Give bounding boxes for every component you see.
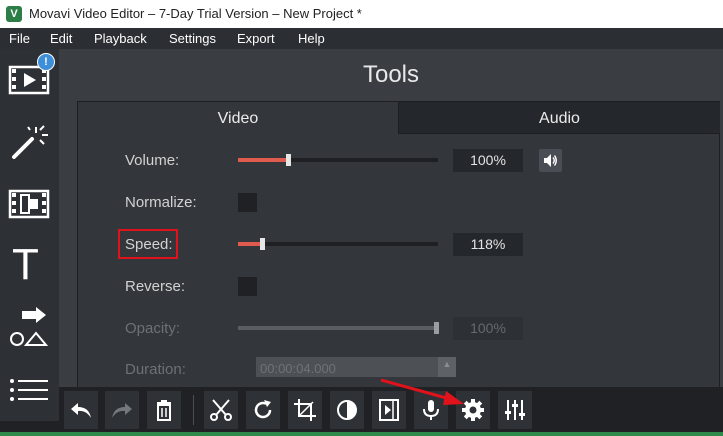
annotation-arrow-head: [443, 391, 464, 405]
annotation-arrow: [380, 378, 464, 405]
annotation-arrow-line: [380, 378, 451, 401]
